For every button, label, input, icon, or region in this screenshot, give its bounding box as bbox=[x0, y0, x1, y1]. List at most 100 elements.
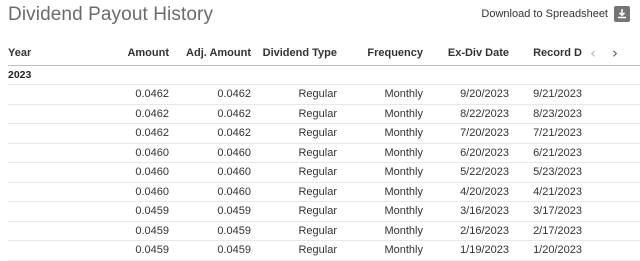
record-date-cell: 5/23/2023 bbox=[509, 162, 582, 183]
ex-div-date-cell: 5/22/2023 bbox=[423, 162, 509, 183]
dividend-type-cell: Regular bbox=[251, 240, 337, 261]
download-icon[interactable] bbox=[614, 6, 630, 22]
ex-div-date-cell: 3/16/2023 bbox=[423, 201, 509, 222]
amount-cell: 0.0459 bbox=[68, 201, 169, 222]
dividend-type-cell: Regular bbox=[251, 123, 337, 144]
table-row: 0.0459 0.0459 Regular Monthly 3/16/2023 3/17/… bbox=[8, 201, 640, 222]
table-row: 0.0459 0.0459 Regular Monthly 1/19/2023 1/20/… bbox=[8, 240, 640, 261]
page-header: Dividend Payout History Download to Spre… bbox=[0, 0, 640, 36]
column-header-frequency[interactable]: Frequency bbox=[337, 41, 423, 66]
adj-amount-cell: 0.0460 bbox=[169, 162, 251, 183]
frequency-cell: Monthly bbox=[337, 123, 423, 144]
ex-div-date-cell: 8/22/2023 bbox=[423, 104, 509, 124]
year-group-row: 2023 bbox=[8, 65, 640, 85]
frequency-cell: Monthly bbox=[337, 221, 423, 241]
record-date-cell: 9/21/2023 bbox=[509, 84, 582, 105]
column-header-ex-div-date[interactable]: Ex-Div Date bbox=[423, 41, 509, 66]
dividend-type-cell: Regular bbox=[251, 201, 337, 222]
year-cell bbox=[8, 143, 68, 163]
dividend-type-cell: Regular bbox=[251, 104, 337, 124]
adj-amount-cell: 0.0459 bbox=[169, 201, 251, 222]
row-spacer bbox=[582, 104, 640, 124]
table-row: 0.0462 0.0462 Regular Monthly 7/20/2023 7/21/… bbox=[8, 123, 640, 144]
adj-amount-cell: 0.0459 bbox=[169, 240, 251, 261]
frequency-cell: Monthly bbox=[337, 162, 423, 183]
row-spacer bbox=[582, 240, 640, 261]
ex-div-date-cell: 4/20/2023 bbox=[423, 182, 509, 202]
year-cell bbox=[8, 240, 68, 261]
frequency-cell: Monthly bbox=[337, 143, 423, 163]
adj-amount-cell: 0.0462 bbox=[169, 84, 251, 105]
table-row: 0.0460 0.0460 Regular Monthly 6/20/2023 6/21/… bbox=[8, 143, 640, 163]
row-spacer bbox=[582, 84, 640, 105]
amount-cell: 0.0462 bbox=[68, 84, 169, 105]
year-group-label: 2023 bbox=[8, 65, 68, 85]
dividend-type-cell: Regular bbox=[251, 221, 337, 241]
amount-cell: 0.0459 bbox=[68, 221, 169, 241]
record-date-cell: 2/17/2023 bbox=[509, 221, 582, 241]
adj-amount-cell: 0.0460 bbox=[169, 182, 251, 202]
table-row: 0.0460 0.0460 Regular Monthly 4/20/2023 4/21/… bbox=[8, 182, 640, 202]
amount-cell: 0.0460 bbox=[68, 182, 169, 202]
record-date-cell: 3/17/2023 bbox=[509, 201, 582, 222]
table-row: 0.0462 0.0462 Regular Monthly 9/20/2023 9/21/… bbox=[8, 84, 640, 105]
ex-div-date-cell: 2/16/2023 bbox=[423, 221, 509, 241]
adj-amount-cell: 0.0460 bbox=[169, 143, 251, 163]
column-header-year[interactable]: Year bbox=[8, 41, 68, 66]
adj-amount-cell: 0.0462 bbox=[169, 123, 251, 144]
frequency-cell: Monthly bbox=[337, 84, 423, 105]
page-title: Dividend Payout History bbox=[8, 4, 214, 25]
year-cell bbox=[8, 182, 68, 202]
year-cell bbox=[8, 123, 68, 144]
amount-cell: 0.0459 bbox=[68, 240, 169, 261]
year-cell bbox=[8, 162, 68, 183]
adj-amount-cell: 0.0462 bbox=[169, 104, 251, 124]
adj-amount-cell: 0.0459 bbox=[169, 221, 251, 241]
ex-div-date-cell: 7/20/2023 bbox=[423, 123, 509, 144]
row-spacer bbox=[582, 221, 640, 241]
frequency-cell: Monthly bbox=[337, 104, 423, 124]
chevron-right-icon[interactable]: › bbox=[604, 44, 626, 62]
year-cell bbox=[8, 104, 68, 124]
frequency-cell: Monthly bbox=[337, 240, 423, 261]
row-spacer bbox=[582, 123, 640, 144]
row-spacer bbox=[582, 201, 640, 222]
year-cell bbox=[8, 221, 68, 241]
ex-div-date-cell: 1/19/2023 bbox=[423, 240, 509, 261]
record-date-cell: 7/21/2023 bbox=[509, 123, 582, 144]
row-spacer bbox=[582, 143, 640, 163]
row-spacer bbox=[582, 162, 640, 183]
table-row: 0.0460 0.0460 Regular Monthly 5/22/2023 5/23/… bbox=[8, 162, 640, 183]
record-date-cell: 4/21/2023 bbox=[509, 182, 582, 202]
ex-div-date-cell: 6/20/2023 bbox=[423, 143, 509, 163]
column-header-amount[interactable]: Amount bbox=[68, 41, 169, 66]
table-header-row: Year Amount Adj. Amount Dividend Type Fr… bbox=[8, 41, 640, 66]
chevron-left-icon[interactable]: ‹ bbox=[582, 44, 604, 62]
row-spacer bbox=[582, 182, 640, 202]
dividend-type-cell: Regular bbox=[251, 143, 337, 163]
amount-cell: 0.0460 bbox=[68, 162, 169, 183]
download-spreadsheet-button[interactable]: Download to Spreadsheet bbox=[481, 6, 630, 22]
year-cell bbox=[8, 84, 68, 105]
dividend-type-cell: Regular bbox=[251, 182, 337, 202]
column-nav: ‹ › bbox=[582, 41, 640, 66]
amount-cell: 0.0462 bbox=[68, 123, 169, 144]
record-date-cell: 1/20/2023 bbox=[509, 240, 582, 261]
frequency-cell: Monthly bbox=[337, 201, 423, 222]
table-row: 0.0462 0.0462 Regular Monthly 8/22/2023 8/23/… bbox=[8, 104, 640, 124]
table-row: 0.0459 0.0459 Regular Monthly 2/16/2023 2/17/… bbox=[8, 221, 640, 241]
column-header-dividend-type[interactable]: Dividend Type bbox=[251, 41, 337, 66]
dividend-type-cell: Regular bbox=[251, 84, 337, 105]
record-date-cell: 8/23/2023 bbox=[509, 104, 582, 124]
dividend-type-cell: Regular bbox=[251, 162, 337, 183]
year-cell bbox=[8, 201, 68, 222]
frequency-cell: Monthly bbox=[337, 182, 423, 202]
amount-cell: 0.0462 bbox=[68, 104, 169, 124]
download-label: Download to Spreadsheet bbox=[481, 8, 608, 20]
column-header-adj-amount[interactable]: Adj. Amount bbox=[169, 41, 251, 66]
ex-div-date-cell: 9/20/2023 bbox=[423, 84, 509, 105]
column-header-record-date[interactable]: Record D bbox=[509, 41, 582, 66]
amount-cell: 0.0460 bbox=[68, 143, 169, 163]
dividend-table-container: Year Amount Adj. Amount Dividend Type Fr… bbox=[0, 41, 640, 261]
record-date-cell: 6/21/2023 bbox=[509, 143, 582, 163]
